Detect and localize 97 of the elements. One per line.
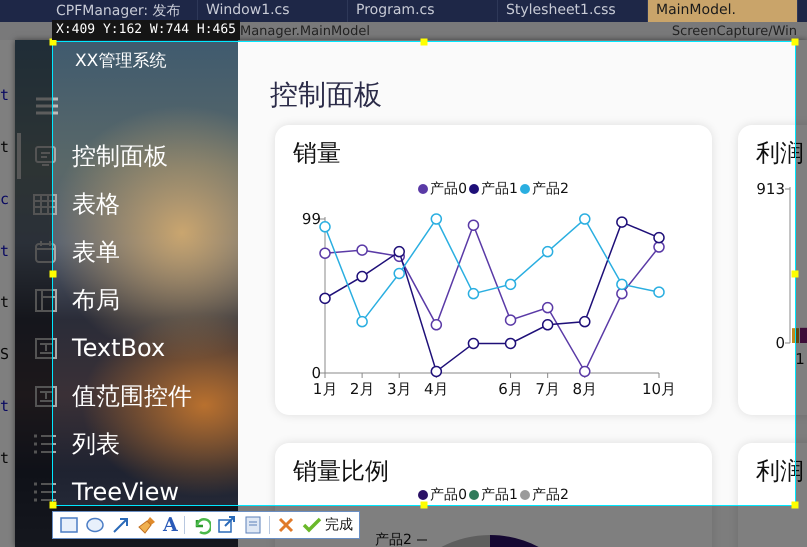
- brush-tool[interactable]: [137, 514, 157, 536]
- legend-label: 产品2: [532, 486, 569, 504]
- axis-tick-label: 4月: [424, 380, 449, 398]
- data-point: [653, 241, 665, 253]
- data-point: [430, 366, 442, 378]
- axis-tick-label: 1: [795, 350, 805, 368]
- code-fragment: t: [0, 293, 10, 312]
- nav-item[interactable]: 表单: [21, 240, 120, 264]
- export-button[interactable]: [216, 514, 237, 536]
- card-title: 销量比例: [292, 456, 390, 485]
- code-fragment: t: [0, 448, 10, 467]
- resize-handle[interactable]: [420, 502, 428, 508]
- save-button[interactable]: [242, 514, 263, 536]
- capture-size-label: X:409 Y:162 W:744 H:465: [52, 20, 240, 40]
- data-point: [319, 247, 331, 259]
- table-icon: [33, 192, 57, 216]
- axis-tick-label: 2月: [350, 380, 374, 398]
- nav-item[interactable]: 表格: [21, 192, 120, 216]
- data-point: [504, 314, 516, 326]
- resize-handle[interactable]: [792, 38, 798, 46]
- data-point: [504, 338, 516, 350]
- code-fragment: t: [0, 138, 10, 156]
- legend-label: 产品0: [430, 180, 468, 198]
- legend-label: 产品2: [532, 180, 569, 198]
- external-link-icon: [216, 515, 237, 535]
- monitor-icon: [33, 144, 57, 168]
- code-fragment: t: [0, 86, 10, 104]
- data-point: [468, 288, 480, 300]
- data-point: [393, 268, 405, 280]
- code-fragment: S: [0, 345, 10, 364]
- save-icon: [242, 515, 263, 535]
- resize-handle[interactable]: [420, 38, 428, 46]
- app-title: XX管理系统: [75, 50, 166, 72]
- list-icon: [33, 480, 57, 504]
- legend-label: 产品0: [430, 486, 468, 504]
- resize-handle[interactable]: [792, 502, 798, 508]
- checkmark-icon: [302, 515, 322, 535]
- data-point: [504, 278, 516, 290]
- axis-tick-label: 913: [756, 180, 785, 198]
- data-point: [542, 302, 554, 314]
- code-fragment: t: [0, 242, 10, 260]
- data-point: [542, 246, 554, 258]
- data-point: [653, 232, 665, 244]
- code-fragment: c: [0, 190, 10, 208]
- nav-item[interactable]: 列表: [21, 432, 120, 456]
- class-path: Manager.MainModel: [240, 24, 370, 38]
- data-point: [616, 216, 628, 228]
- data-point: [356, 244, 368, 256]
- data-point: [430, 319, 442, 331]
- data-point: [579, 366, 591, 378]
- arrow-icon: [111, 515, 131, 535]
- axis-tick-label: 8月: [572, 380, 598, 398]
- axis-tick-label: 7月: [535, 380, 560, 398]
- page-title: 控制面板: [270, 77, 383, 113]
- axis-tick-label: 99: [302, 210, 321, 228]
- brush-icon: [137, 515, 157, 535]
- text-tool[interactable]: A: [163, 514, 178, 536]
- axis-tick-label: 0: [775, 334, 785, 352]
- textbox-icon: [33, 336, 57, 360]
- data-point: [579, 213, 591, 225]
- rectangle-icon: [59, 515, 79, 535]
- data-point: [653, 286, 665, 298]
- code-fragment: t: [0, 397, 10, 416]
- nav-item[interactable]: 值范围控件: [21, 384, 192, 408]
- legend-label: 产品1: [481, 486, 518, 504]
- nav-item[interactable]: 布局: [21, 288, 120, 312]
- legend-label: 产品1: [481, 180, 518, 198]
- card-title: 销量: [292, 138, 342, 167]
- nav-item[interactable]: TreeView: [21, 480, 179, 504]
- list-icon: [33, 432, 57, 456]
- ellipse-icon: [85, 515, 105, 535]
- axis-tick-label: 10月: [642, 380, 676, 398]
- axis-tick-label: 6月: [498, 380, 523, 398]
- resize-handle[interactable]: [50, 502, 56, 508]
- data-point: [579, 316, 591, 328]
- data-point: [356, 316, 368, 328]
- data-point: [542, 319, 554, 331]
- editor-tab[interactable]: MainModel.: [648, 0, 798, 22]
- data-point: [393, 246, 405, 258]
- data-point: [468, 219, 480, 231]
- data-point: [319, 221, 331, 233]
- slice-label: 产品2: [375, 532, 412, 547]
- data-point: [468, 338, 480, 350]
- data-point: [430, 213, 442, 225]
- layout-icon: [33, 288, 57, 312]
- member-path: ScreenCapture/Win: [672, 24, 797, 38]
- data-point: [319, 292, 331, 304]
- axis-tick-label: 3月: [386, 380, 412, 398]
- axis-tick-label: 1月: [312, 380, 338, 398]
- axis-tick-label: 0: [311, 364, 321, 382]
- data-point: [356, 270, 368, 282]
- nav-item[interactable]: TextBox: [21, 336, 166, 360]
- textbox-icon: [33, 384, 57, 408]
- nav-item[interactable]: 控制面板: [21, 144, 168, 168]
- calendar-icon: [33, 240, 57, 264]
- data-point: [616, 278, 628, 290]
- done-button[interactable]: 完成: [302, 514, 353, 536]
